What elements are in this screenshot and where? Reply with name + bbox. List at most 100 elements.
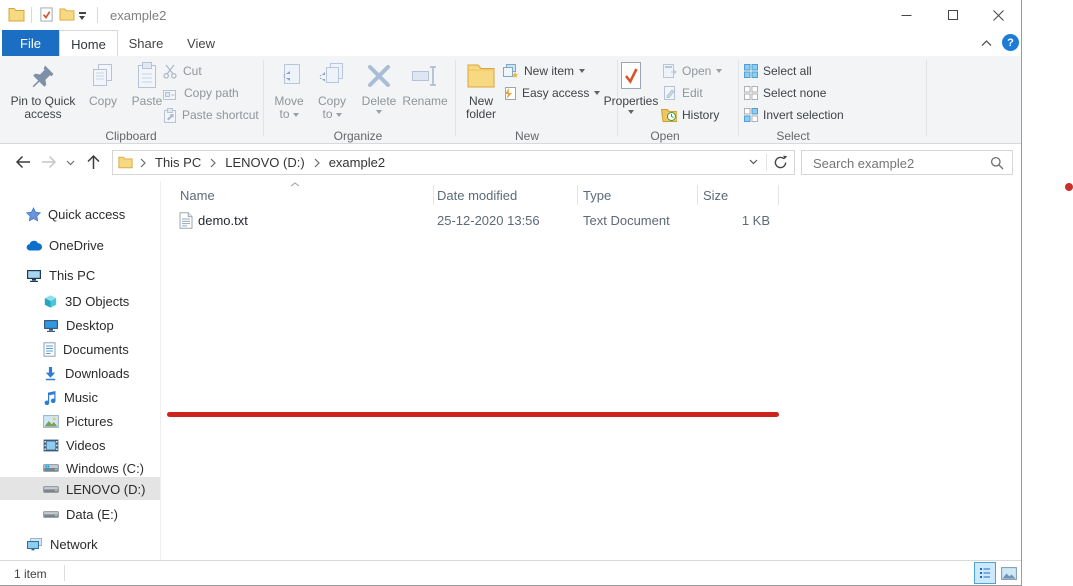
sidebar-item-pictures[interactable]: Pictures	[43, 410, 113, 432]
titlebar-separator	[97, 7, 98, 23]
sidebar-item-3d-objects[interactable]: 3D Objects	[43, 290, 129, 312]
group-separator	[455, 60, 456, 136]
column-header-name[interactable]: Name	[180, 188, 215, 203]
qat-properties-icon[interactable]	[39, 7, 54, 22]
column-separator[interactable]	[577, 185, 578, 205]
desktop-icon	[43, 318, 59, 333]
new-item-button[interactable]: New item	[503, 61, 585, 81]
properties-button[interactable]: Properties	[604, 59, 658, 114]
forward-icon[interactable]	[41, 155, 57, 169]
select-none-button[interactable]: Select none	[744, 83, 826, 103]
edit-button[interactable]: Edit	[663, 83, 703, 103]
sidebar-item-music[interactable]: Music	[43, 386, 98, 408]
history-button[interactable]: History	[661, 105, 719, 125]
tab-share[interactable]: Share	[120, 30, 172, 56]
new-folder-button[interactable]: New folder	[458, 59, 504, 121]
minimize-button[interactable]	[884, 0, 929, 30]
address-dropdown-icon[interactable]	[749, 159, 758, 165]
pin-to-quick-access-button[interactable]: Pin to Quick access	[6, 59, 80, 121]
maximize-button[interactable]	[930, 0, 975, 30]
sidebar-item-onedrive[interactable]: OneDrive	[26, 234, 104, 256]
move-to-button[interactable]: Move to	[269, 59, 309, 121]
refresh-icon[interactable]	[773, 155, 788, 170]
cut-button[interactable]: Cut	[163, 61, 202, 81]
collapse-ribbon-icon[interactable]	[981, 40, 992, 47]
large-icons-view-button[interactable]	[1000, 564, 1018, 582]
sidebar-item-network[interactable]: Network	[26, 533, 98, 555]
sidebar-item-desktop[interactable]: Desktop	[43, 314, 114, 336]
close-button[interactable]	[976, 0, 1021, 30]
search-icon[interactable]	[990, 156, 1004, 170]
search-box[interactable]	[801, 150, 1013, 175]
app-folder-icon	[8, 7, 25, 22]
breadcrumb-chevron-icon[interactable]	[210, 158, 216, 168]
dropdown-caret-icon	[336, 113, 342, 117]
paste-shortcut-button[interactable]: Paste shortcut	[163, 105, 259, 125]
address-folder-icon	[118, 156, 133, 169]
copy-path-button[interactable]: Copy path	[163, 83, 239, 103]
sidebar-item-label: Quick access	[48, 207, 125, 222]
column-header-date-modified[interactable]: Date modified	[437, 188, 517, 203]
button-label: Invert selection	[763, 108, 844, 122]
open-button[interactable]: Open	[663, 61, 722, 81]
qat-customize-icon[interactable]	[79, 12, 86, 20]
sidebar-item-quick-access[interactable]: Quick access	[26, 203, 125, 225]
button-label: Open	[682, 64, 711, 78]
text-document-icon	[179, 212, 193, 229]
sidebar-item-lenovo-d[interactable]: LENOVO (D:)	[43, 478, 145, 500]
column-header-type[interactable]: Type	[583, 188, 611, 203]
breadcrumb-this-pc[interactable]: This PC	[150, 155, 206, 170]
quick-access-star-icon	[26, 207, 41, 222]
sidebar-item-this-pc[interactable]: This PC	[26, 264, 95, 286]
tab-view[interactable]: View	[176, 30, 226, 56]
sidebar-item-data-e[interactable]: Data (E:)	[43, 503, 118, 525]
column-header-size[interactable]: Size	[703, 188, 728, 203]
sidebar-item-documents[interactable]: Documents	[43, 338, 129, 360]
annotation-red-dot	[1065, 183, 1073, 191]
invert-selection-button[interactable]: Invert selection	[744, 105, 844, 125]
group-label-new: New	[492, 129, 562, 143]
copy-to-button[interactable]: Copy to	[312, 59, 352, 121]
column-separator[interactable]	[697, 185, 698, 205]
search-input[interactable]	[811, 152, 995, 175]
sidebar-item-videos[interactable]: Videos	[43, 434, 106, 456]
network-icon	[26, 537, 43, 551]
sidebar-item-label: LENOVO (D:)	[66, 482, 145, 497]
sidebar-item-label: Downloads	[65, 366, 129, 381]
file-name[interactable]: demo.txt	[198, 213, 248, 228]
tab-home[interactable]: Home	[59, 30, 118, 57]
dropdown-caret-icon	[293, 113, 299, 117]
new-item-icon	[503, 64, 519, 78]
button-label: Copy	[89, 95, 117, 108]
breadcrumb-chevron-icon[interactable]	[140, 158, 146, 168]
pin-icon	[31, 59, 55, 93]
help-icon[interactable]: ?	[1002, 34, 1019, 51]
back-icon[interactable]	[15, 155, 31, 169]
breadcrumb-current-folder[interactable]: example2	[324, 155, 390, 170]
details-view-button[interactable]	[974, 562, 996, 584]
sort-ascending-icon	[290, 182, 300, 187]
sidebar-item-downloads[interactable]: Downloads	[43, 362, 129, 384]
recent-locations-icon[interactable]	[66, 160, 75, 166]
breadcrumb-drive[interactable]: LENOVO (D:)	[220, 155, 309, 170]
select-all-button[interactable]: Select all	[744, 61, 812, 81]
button-label: Cut	[183, 64, 202, 78]
sidebar-item-windows-c[interactable]: Windows (C:)	[43, 457, 144, 479]
group-label-clipboard: Clipboard	[86, 129, 176, 143]
up-icon[interactable]	[86, 154, 101, 170]
sidebar-item-label: Data (E:)	[66, 507, 118, 522]
copy-path-icon	[163, 87, 179, 100]
paste-icon	[134, 59, 160, 93]
sidebar-item-label: Network	[50, 537, 98, 552]
tab-file[interactable]: File	[2, 30, 59, 56]
qat-new-folder-icon[interactable]	[59, 8, 75, 21]
column-separator[interactable]	[778, 185, 779, 205]
open-icon	[663, 64, 677, 78]
column-separator[interactable]	[433, 185, 434, 205]
copy-button[interactable]: Copy	[82, 59, 124, 108]
delete-button[interactable]: Delete	[357, 59, 401, 114]
address-bar[interactable]: This PC LENOVO (D:) example2	[112, 150, 795, 175]
easy-access-button[interactable]: Easy access	[503, 83, 600, 103]
breadcrumb-chevron-icon[interactable]	[314, 158, 320, 168]
rename-button[interactable]: Rename	[401, 59, 449, 108]
